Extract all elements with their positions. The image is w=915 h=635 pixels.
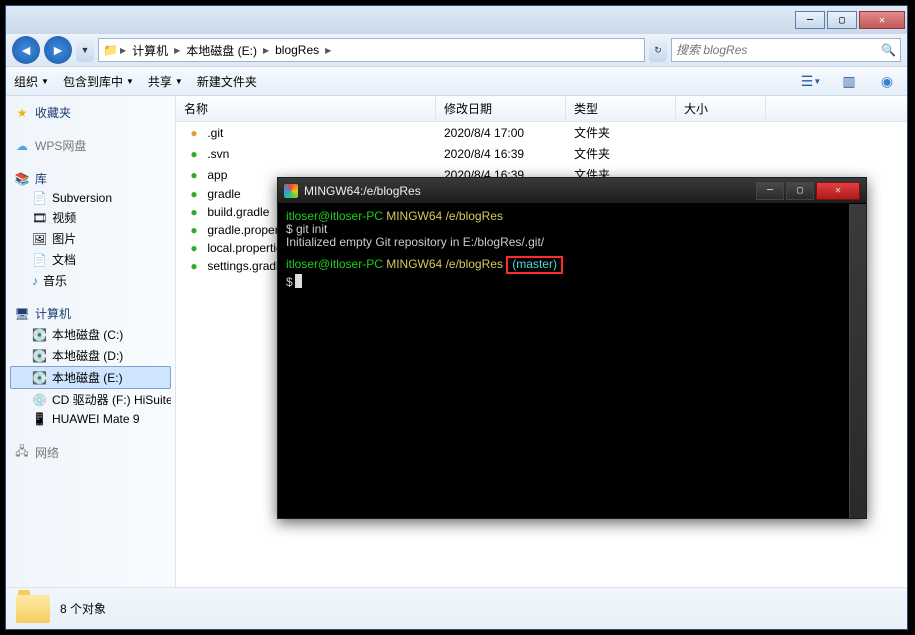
column-headers: 名称 修改日期 类型 大小 [176, 96, 907, 122]
library-icon: 📚 [14, 172, 30, 186]
file-icon: ● [184, 259, 204, 273]
folder-icon [16, 595, 50, 623]
sidebar: ★收藏夹 ☁WPS网盘 📚库 📄Subversion 🎞视频 🖼图片 📄文档 ♪… [6, 96, 176, 587]
sidebar-device-phone[interactable]: 📱HUAWEI Mate 9 [10, 410, 171, 428]
sidebar-drive-e[interactable]: 💽本地磁盘 (E:) [10, 366, 171, 389]
sidebar-drive-c[interactable]: 💽本地磁盘 (C:) [10, 324, 171, 345]
breadcrumb[interactable]: 📁 计算机 本地磁盘 (E:) blogRes [98, 38, 645, 62]
cloud-icon: ☁ [14, 139, 30, 153]
organize-button[interactable]: 组织 ▼ [14, 73, 49, 90]
breadcrumb-segment[interactable]: blogRes [271, 41, 323, 59]
list-item[interactable]: ● .git 2020/8/4 17:00 文件夹 [176, 122, 907, 143]
address-bar: ◄ ► ▼ 📁 计算机 本地磁盘 (E:) blogRes ↻ 🔍 [6, 34, 907, 66]
mingw-icon [284, 184, 298, 198]
drive-icon: 💽 [32, 349, 47, 363]
star-icon: ★ [14, 106, 30, 120]
network-icon: 🖧 [14, 442, 30, 463]
folder-icon: ● [184, 187, 204, 201]
column-date[interactable]: 修改日期 [436, 96, 566, 121]
breadcrumb-segment[interactable]: 本地磁盘 (E:) [182, 40, 261, 61]
column-size[interactable]: 大小 [676, 96, 766, 121]
video-icon: 🎞 [32, 211, 47, 225]
image-icon: 🖼 [32, 232, 47, 246]
column-name[interactable]: 名称 [176, 96, 436, 121]
history-dropdown[interactable]: ▼ [76, 38, 94, 62]
chevron-right-icon[interactable] [174, 45, 180, 55]
chevron-right-icon[interactable] [325, 45, 331, 55]
folder-icon: 📁 [103, 43, 118, 57]
chevron-right-icon[interactable] [263, 45, 269, 55]
terminal-titlebar[interactable]: MINGW64:/e/blogRes ─ ▢ ✕ [278, 178, 866, 204]
search-input[interactable] [676, 43, 881, 57]
chevron-right-icon[interactable] [120, 45, 126, 55]
sidebar-libraries[interactable]: 📚库 [10, 168, 171, 189]
terminal-minimize-button[interactable]: ─ [756, 182, 784, 200]
sidebar-item-pictures[interactable]: 🖼图片 [10, 228, 171, 249]
back-button[interactable]: ◄ [12, 36, 40, 64]
preview-pane-button[interactable]: ▥ [837, 69, 861, 93]
close-button[interactable]: ✕ [859, 11, 905, 29]
new-folder-button[interactable]: 新建文件夹 [197, 73, 257, 90]
sidebar-drive-d[interactable]: 💽本地磁盘 (D:) [10, 345, 171, 366]
forward-button[interactable]: ► [44, 36, 72, 64]
file-icon: ● [184, 241, 204, 255]
search-icon: 🔍 [881, 43, 896, 57]
sidebar-item-music[interactable]: ♪音乐 [10, 270, 171, 291]
view-options-button[interactable]: ☰ ▼ [799, 69, 823, 93]
search-box[interactable]: 🔍 [671, 38, 901, 62]
column-type[interactable]: 类型 [566, 96, 676, 121]
status-text: 8 个对象 [60, 600, 106, 617]
drive-icon: 💽 [32, 328, 47, 342]
terminal-close-button[interactable]: ✕ [816, 182, 860, 200]
include-in-library-button[interactable]: 包含到库中 ▼ [63, 73, 134, 90]
terminal-title: MINGW64:/e/blogRes [304, 184, 421, 198]
refresh-button[interactable]: ↻ [649, 38, 667, 62]
music-icon: ♪ [32, 274, 38, 288]
share-button[interactable]: 共享 ▼ [148, 73, 183, 90]
sidebar-item-documents[interactable]: 📄文档 [10, 249, 171, 270]
terminal-body[interactable]: itloser@itloser-PC MINGW64 /e/blogRes $ … [278, 204, 866, 518]
explorer-titlebar[interactable]: ─ ▢ ✕ [6, 6, 907, 34]
terminal-maximize-button[interactable]: ▢ [786, 182, 814, 200]
terminal-line: Initialized empty Git repository in E:/b… [286, 236, 858, 249]
folder-hidden-icon: ● [184, 126, 204, 140]
sidebar-wps[interactable]: ☁WPS网盘 [10, 135, 171, 156]
computer-icon: 🖥 [14, 307, 30, 321]
folder-icon: ● [184, 147, 204, 161]
list-item[interactable]: ● .svn 2020/8/4 16:39 文件夹 [176, 143, 907, 164]
help-button[interactable]: ◉ [875, 69, 899, 93]
breadcrumb-segment[interactable]: 计算机 [128, 40, 172, 61]
phone-icon: 📱 [32, 412, 47, 426]
sidebar-favorites[interactable]: ★收藏夹 [10, 102, 171, 123]
sidebar-computer[interactable]: 🖥计算机 [10, 303, 171, 324]
maximize-button[interactable]: ▢ [827, 11, 857, 29]
folder-icon: ● [184, 168, 204, 182]
terminal-line: $ [286, 274, 858, 289]
terminal-line: itloser@itloser-PC MINGW64 /e/blogRes (m… [286, 256, 858, 274]
sidebar-drive-cd[interactable]: 💿CD 驱动器 (F:) HiSuite [10, 389, 171, 410]
minimize-button[interactable]: ─ [795, 11, 825, 29]
file-icon: ● [184, 205, 204, 219]
cd-icon: 💿 [32, 393, 47, 407]
sidebar-network[interactable]: 🖧网络 [10, 440, 171, 465]
sidebar-item-subversion[interactable]: 📄Subversion [10, 189, 171, 207]
doc-icon: 📄 [32, 253, 47, 267]
cursor-icon [295, 274, 302, 288]
file-icon: ● [184, 223, 204, 237]
doc-icon: 📄 [32, 191, 47, 205]
toolbar: 组织 ▼ 包含到库中 ▼ 共享 ▼ 新建文件夹 ☰ ▼ ▥ ◉ [6, 66, 907, 96]
status-bar: 8 个对象 [6, 587, 907, 629]
branch-highlight: (master) [506, 256, 563, 274]
terminal-line: itloser@itloser-PC MINGW64 /e/blogRes [286, 210, 858, 223]
terminal-window: MINGW64:/e/blogRes ─ ▢ ✕ itloser@itloser… [277, 177, 867, 519]
sidebar-item-videos[interactable]: 🎞视频 [10, 207, 171, 228]
drive-icon: 💽 [32, 371, 47, 385]
